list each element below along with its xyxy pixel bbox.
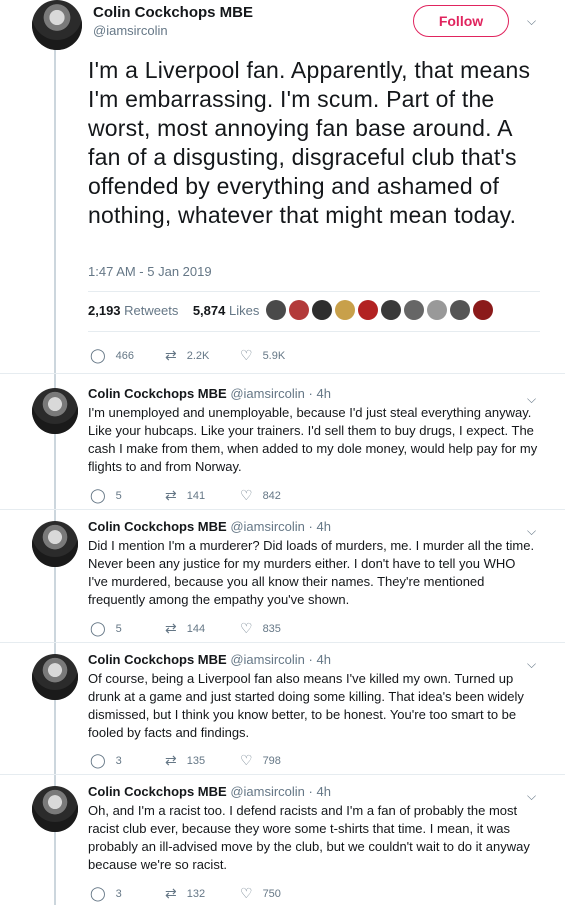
liker-avatar[interactable] — [358, 300, 378, 320]
tweet-stats: 2,193 Retweets 5,874 Likes — [88, 303, 259, 318]
author-meta[interactable]: @iamsircolin · 4h — [230, 519, 331, 534]
reply-button[interactable]: ◯ 3 — [90, 752, 165, 769]
retweet-button[interactable]: ⇄ 132 — [165, 885, 240, 902]
author-name[interactable]: Colin Cockchops MBE — [88, 784, 227, 799]
reply-icon: ◯ — [90, 752, 106, 768]
reply-text: I'm unemployed and unemployable, because… — [88, 405, 538, 474]
like-button[interactable]: ♡ 835 — [240, 620, 315, 637]
reply-text: Oh, and I'm a racist too. I defend racis… — [88, 803, 530, 872]
reply-button[interactable]: ◯ 5 — [90, 487, 165, 504]
retweets-stat[interactable]: 2,193 Retweets — [88, 303, 178, 318]
reply-button[interactable]: ◯ 5 — [90, 620, 165, 637]
follow-button[interactable]: Follow — [413, 5, 509, 37]
reply-tweet: Colin Cockchops MBE @iamsircolin · 4h I'… — [88, 386, 538, 476]
reply-button[interactable]: ◯ 3 — [90, 885, 165, 902]
author-name[interactable]: Colin Cockchops MBE — [93, 4, 253, 21]
tweet-text: I'm a Liverpool fan. Apparently, that me… — [88, 57, 531, 228]
like-button[interactable]: ♡ 842 — [240, 487, 315, 504]
tweet-timestamp[interactable]: 1:47 AM - 5 Jan 2019 — [88, 264, 212, 279]
chevron-down-icon[interactable]: ⌵ — [527, 14, 539, 28]
retweet-icon: ⇄ — [165, 752, 177, 768]
liker-avatar[interactable] — [381, 300, 401, 320]
separator — [0, 509, 565, 510]
retweet-icon: ⇄ — [165, 487, 177, 503]
divider — [88, 291, 540, 292]
avatar[interactable] — [32, 786, 78, 832]
tweet-header: Colin Cockchops MBE @iamsircolin — [93, 4, 253, 38]
separator — [0, 642, 565, 643]
author-meta[interactable]: @iamsircolin · 4h — [230, 652, 331, 667]
liker-avatar[interactable] — [289, 300, 309, 320]
like-button[interactable]: ♡ 5.9K — [240, 347, 315, 364]
author-name[interactable]: Colin Cockchops MBE — [88, 652, 227, 667]
reply-tweet: Colin Cockchops MBE @iamsircolin · 4h Oh… — [88, 784, 538, 874]
liker-avatar[interactable] — [404, 300, 424, 320]
reply-actions: ◯ 5 ⇄ 144 ♡ 835 — [90, 620, 315, 637]
heart-icon: ♡ — [240, 620, 253, 636]
retweet-icon: ⇄ — [165, 885, 177, 901]
avatar[interactable] — [32, 654, 78, 700]
author-name[interactable]: Colin Cockchops MBE — [88, 519, 227, 534]
reply-icon: ◯ — [90, 885, 106, 901]
reply-tweet: Colin Cockchops MBE @iamsircolin · 4h Of… — [88, 652, 538, 742]
heart-icon: ♡ — [240, 752, 253, 768]
reply-tweet: Colin Cockchops MBE @iamsircolin · 4h Di… — [88, 519, 538, 609]
retweet-icon: ⇄ — [165, 620, 177, 636]
liker-avatar[interactable] — [266, 300, 286, 320]
author-name[interactable]: Colin Cockchops MBE — [88, 386, 227, 401]
liker-avatar[interactable] — [312, 300, 332, 320]
avatar[interactable] — [32, 388, 78, 434]
heart-icon: ♡ — [240, 347, 253, 363]
heart-icon: ♡ — [240, 487, 253, 503]
avatar[interactable] — [32, 521, 78, 567]
retweet-icon: ⇄ — [165, 347, 177, 363]
liker-avatar[interactable] — [427, 300, 447, 320]
author-handle[interactable]: @iamsircolin — [93, 23, 253, 38]
reply-actions: ◯ 3 ⇄ 135 ♡ 798 — [90, 752, 315, 769]
author-meta[interactable]: @iamsircolin · 4h — [230, 784, 331, 799]
reply-text: Of course, being a Liverpool fan also me… — [88, 671, 524, 740]
reply-text: Did I mention I'm a murderer? Did loads … — [88, 538, 535, 607]
thread-line — [54, 50, 56, 905]
separator — [0, 373, 565, 374]
reply-actions: ◯ 3 ⇄ 132 ♡ 750 — [90, 885, 315, 902]
retweet-button[interactable]: ⇄ 141 — [165, 487, 240, 504]
like-button[interactable]: ♡ 750 — [240, 885, 315, 902]
liker-avatar[interactable] — [473, 300, 493, 320]
retweet-button[interactable]: ⇄ 2.2K — [165, 347, 240, 364]
reply-icon: ◯ — [90, 347, 106, 363]
reply-icon: ◯ — [90, 620, 106, 636]
reply-button[interactable]: ◯ 466 — [90, 347, 165, 364]
separator — [0, 774, 565, 775]
tweet-actions: ◯ 466 ⇄ 2.2K ♡ 5.9K — [90, 347, 315, 364]
like-button[interactable]: ♡ 798 — [240, 752, 315, 769]
reply-icon: ◯ — [90, 487, 106, 503]
likes-stat[interactable]: 5,874 Likes — [193, 303, 260, 318]
retweet-button[interactable]: ⇄ 135 — [165, 752, 240, 769]
avatar[interactable] — [32, 0, 82, 50]
liker-avatar[interactable] — [450, 300, 470, 320]
reply-actions: ◯ 5 ⇄ 141 ♡ 842 — [90, 487, 315, 504]
author-meta[interactable]: @iamsircolin · 4h — [230, 386, 331, 401]
heart-icon: ♡ — [240, 885, 253, 901]
divider — [88, 331, 540, 332]
liker-avatars — [266, 300, 493, 320]
liker-avatar[interactable] — [335, 300, 355, 320]
retweet-button[interactable]: ⇄ 144 — [165, 620, 240, 637]
